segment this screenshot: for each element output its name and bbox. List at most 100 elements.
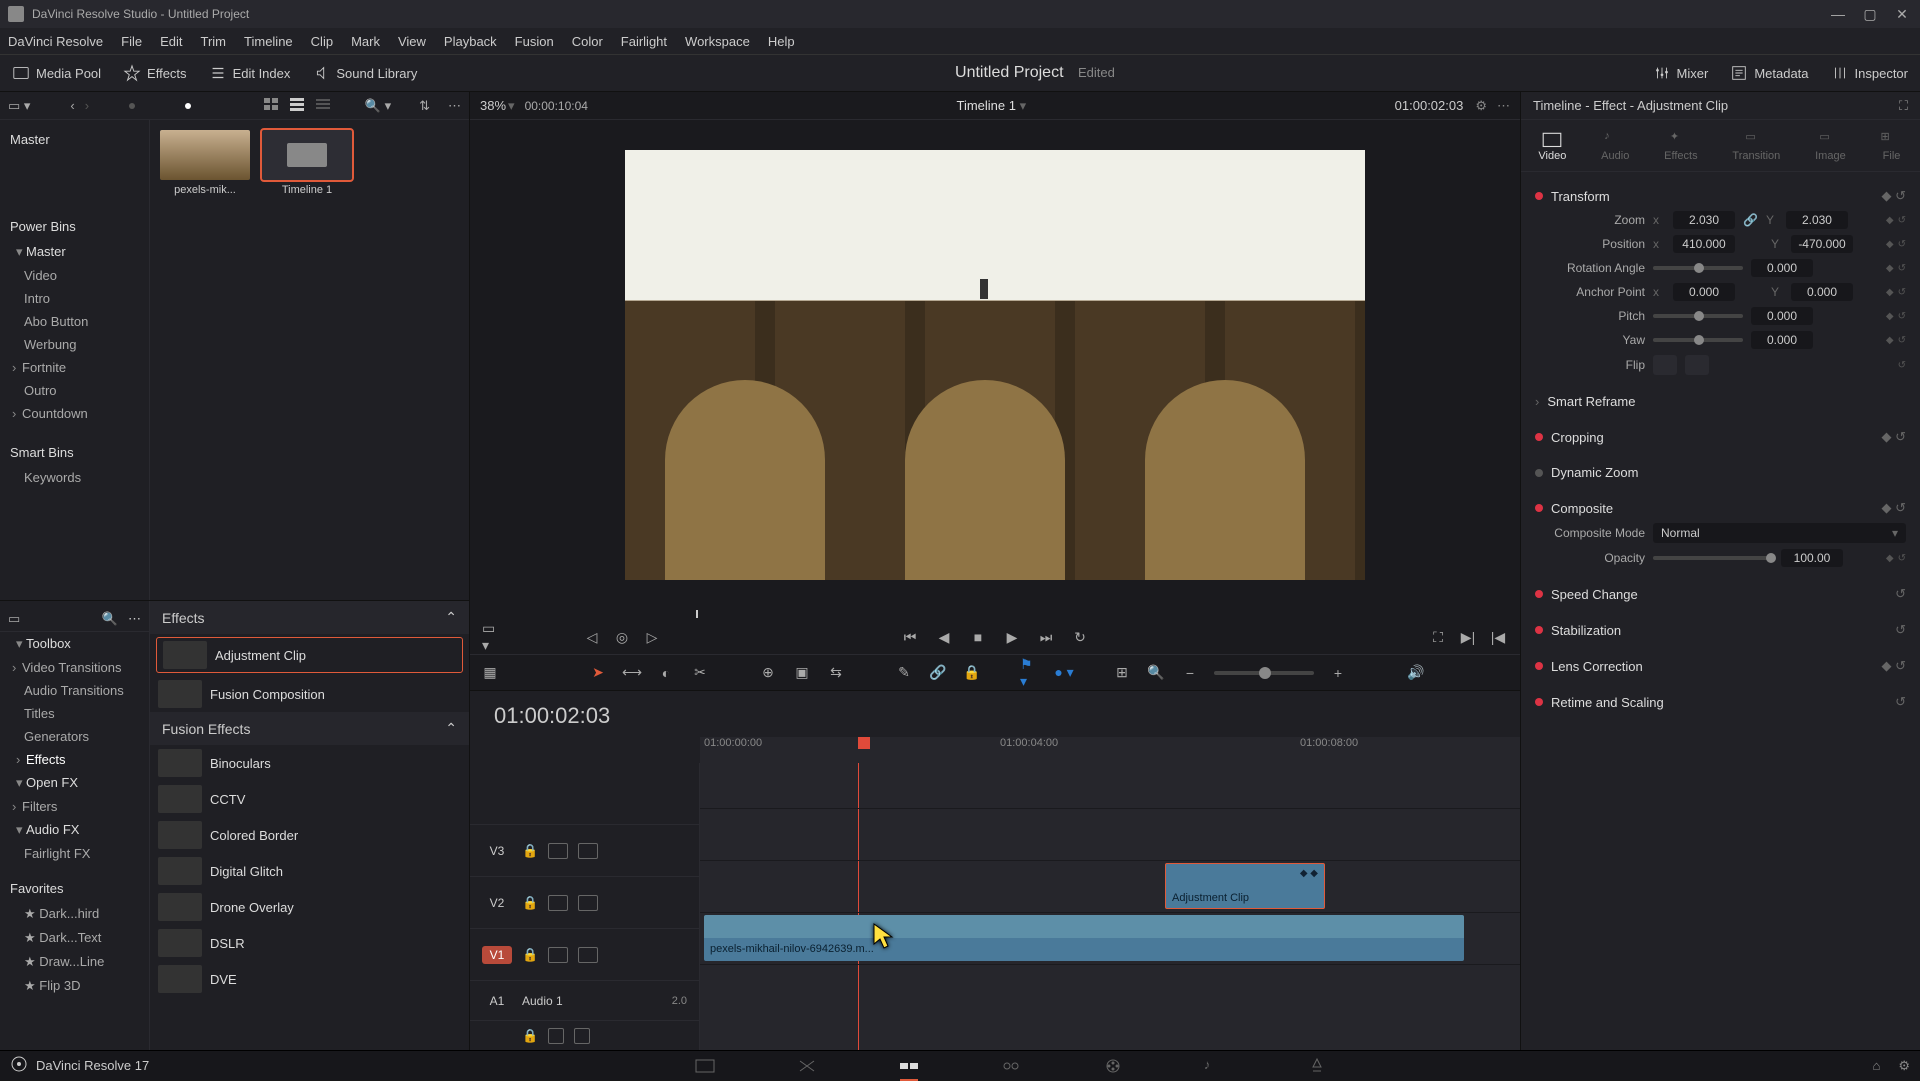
viewer-gear-icon[interactable]: ⚙ [1475,98,1487,114]
fx-item-binoculars[interactable]: Binoculars [150,745,469,781]
marker-button[interactable]: ● ▾ [1054,663,1074,683]
smart-bins-header[interactable]: Smart Bins [0,439,149,466]
zoom-x-field[interactable]: 2.030 [1673,211,1735,229]
track-enable-toggle[interactable] [578,895,598,911]
menu-clip[interactable]: Clip [311,34,333,49]
reset-button[interactable]: ↺ [1898,311,1906,322]
menu-workspace[interactable]: Workspace [685,34,750,49]
page-media[interactable] [694,1057,716,1075]
track-enable-toggle[interactable] [578,843,598,859]
zoom-slider[interactable] [1214,671,1314,675]
keyframe-button[interactable]: ◆ [1886,287,1894,298]
reset-button[interactable]: ↺ [1898,335,1906,346]
flip-h-button[interactable] [1653,355,1677,375]
play-reverse-button[interactable]: ◀ [934,627,954,647]
fx-item-digital-glitch[interactable]: Digital Glitch [150,853,469,889]
section-smart-reframe[interactable]: ›Smart Reframe [1535,390,1906,413]
pos-x-field[interactable]: 410.000 [1673,235,1735,253]
lock-icon[interactable]: 🔒 [522,895,538,911]
track-row-a1[interactable] [700,964,1520,1004]
replace-button[interactable]: ⇆ [826,663,846,683]
track-header-a1-controls[interactable]: 🔒 [470,1020,699,1050]
bin-master[interactable]: ▾Master [0,240,149,264]
section-retime[interactable]: Retime and Scaling↺ [1535,690,1906,714]
fav-4[interactable]: ★ Flip 3D [0,974,149,998]
lock-icon[interactable]: 🔒 [522,1028,538,1044]
link-button[interactable]: 🔗 [928,663,948,683]
blade-edit-button[interactable]: ✎ [894,663,914,683]
go-start-button[interactable]: ⏮ [900,627,920,647]
window-maximize-button[interactable]: ▢ [1860,6,1880,23]
menu-file[interactable]: File [121,34,142,49]
fx-filters[interactable]: ›Filters [0,795,149,818]
pitch-field[interactable]: 0.000 [1751,307,1813,325]
section-cropping[interactable]: Cropping◆ ↺ [1535,425,1906,449]
viewer[interactable] [470,120,1520,610]
inspector-tab-effects[interactable]: ✦Effects [1664,130,1697,162]
clip-thumb[interactable]: pexels-mik... [160,130,250,590]
composite-mode-dropdown[interactable]: Normal▾ [1653,523,1906,543]
menu-fusion[interactable]: Fusion [515,34,554,49]
reset-button[interactable]: ↺ [1898,553,1906,564]
yaw-field[interactable]: 0.000 [1751,331,1813,349]
audio-monitor-button[interactable]: 🔊 [1406,663,1426,683]
bin-keywords[interactable]: Keywords [0,466,149,489]
blade-tool[interactable]: ✂ [690,663,710,683]
viewer-zoom[interactable]: 38% [480,98,506,113]
viewer-title[interactable]: Timeline 1 [956,98,1015,113]
video-clip[interactable]: pexels-mikhail-nilov-6942639.m... [704,915,1464,961]
fx-fairlight[interactable]: Fairlight FX [0,842,149,865]
section-stabilization[interactable]: Stabilization↺ [1535,618,1906,642]
rotation-field[interactable]: 0.000 [1751,259,1813,277]
fx-options-button[interactable]: ⋯ [128,611,141,627]
dynamic-trim-tool[interactable]: ◐ [656,663,676,683]
fx-toolbox[interactable]: ▾Toolbox [0,632,149,656]
lock-icon[interactable]: 🔒 [522,843,538,859]
reset-button[interactable]: ↺ [1898,215,1906,226]
fav-2[interactable]: ★ Dark...Text [0,926,149,950]
nav-back-button[interactable]: ‹ [70,98,74,113]
mixer-toggle[interactable]: Mixer [1653,64,1709,82]
rotation-slider[interactable] [1653,266,1743,270]
insert-button[interactable]: ⊕ [758,663,778,683]
inspector-tab-image[interactable]: ▭Image [1815,130,1846,162]
timeline-thumb[interactable]: Timeline 1 [262,130,352,590]
bin-view-dropdown[interactable]: ▭ ▾ [8,98,30,114]
playhead-icon[interactable] [858,737,870,749]
inspector-toggle[interactable]: Inspector [1831,64,1908,82]
go-end-button[interactable]: ⏭ [1036,627,1056,647]
fx-item-dslr[interactable]: DSLR [150,925,469,961]
fx-item-fusion-composition[interactable]: Fusion Composition [150,676,469,712]
keyframe-button[interactable]: ◆ [1886,553,1894,564]
nav-fwd-button[interactable]: › [85,98,89,113]
master-bin[interactable]: Master [0,126,149,153]
page-fusion[interactable] [1000,1057,1022,1075]
adjustment-clip[interactable]: Adjustment Clip ◆ ◆ [1165,863,1325,909]
trim-tool[interactable]: ⟷ [622,663,642,683]
menu-davinci-resolve[interactable]: DaVinci Resolve [8,34,103,49]
selection-tool[interactable]: ➤ [588,663,608,683]
menu-trim[interactable]: Trim [201,34,227,49]
play-button[interactable]: ▶ [1002,627,1022,647]
fx-openfx[interactable]: ▾Open FX [0,771,149,795]
viewer-mode-button[interactable]: ▭ ▾ [482,627,502,647]
bin-video[interactable]: Video [0,264,149,287]
fx-generators[interactable]: Generators [0,725,149,748]
page-fairlight[interactable]: ♪ [1204,1057,1226,1075]
match-frame-button[interactable]: ◎ [612,627,632,647]
pitch-slider[interactable] [1653,314,1743,318]
fx-section-fusion[interactable]: Fusion Effects⌃ [150,712,469,745]
track-header-a1[interactable]: A1 Audio 1 2.0 [470,980,699,1020]
keyframe-button[interactable]: ◆ [1886,239,1894,250]
menu-playback[interactable]: Playback [444,34,497,49]
inspector-tab-transition[interactable]: ▭Transition [1732,130,1780,162]
auto-select-toggle[interactable] [548,843,568,859]
fx-item-dve[interactable]: DVE [150,961,469,997]
flip-v-button[interactable] [1685,355,1709,375]
next-clip-button[interactable]: ▶| [1458,627,1478,647]
stop-button[interactable]: ■ [968,627,988,647]
fav-1[interactable]: ★ Dark...hird [0,902,149,926]
link-icon[interactable]: 🔗 [1743,213,1758,227]
lock-button[interactable]: 🔒 [962,663,982,683]
solo-button[interactable] [548,1028,564,1044]
